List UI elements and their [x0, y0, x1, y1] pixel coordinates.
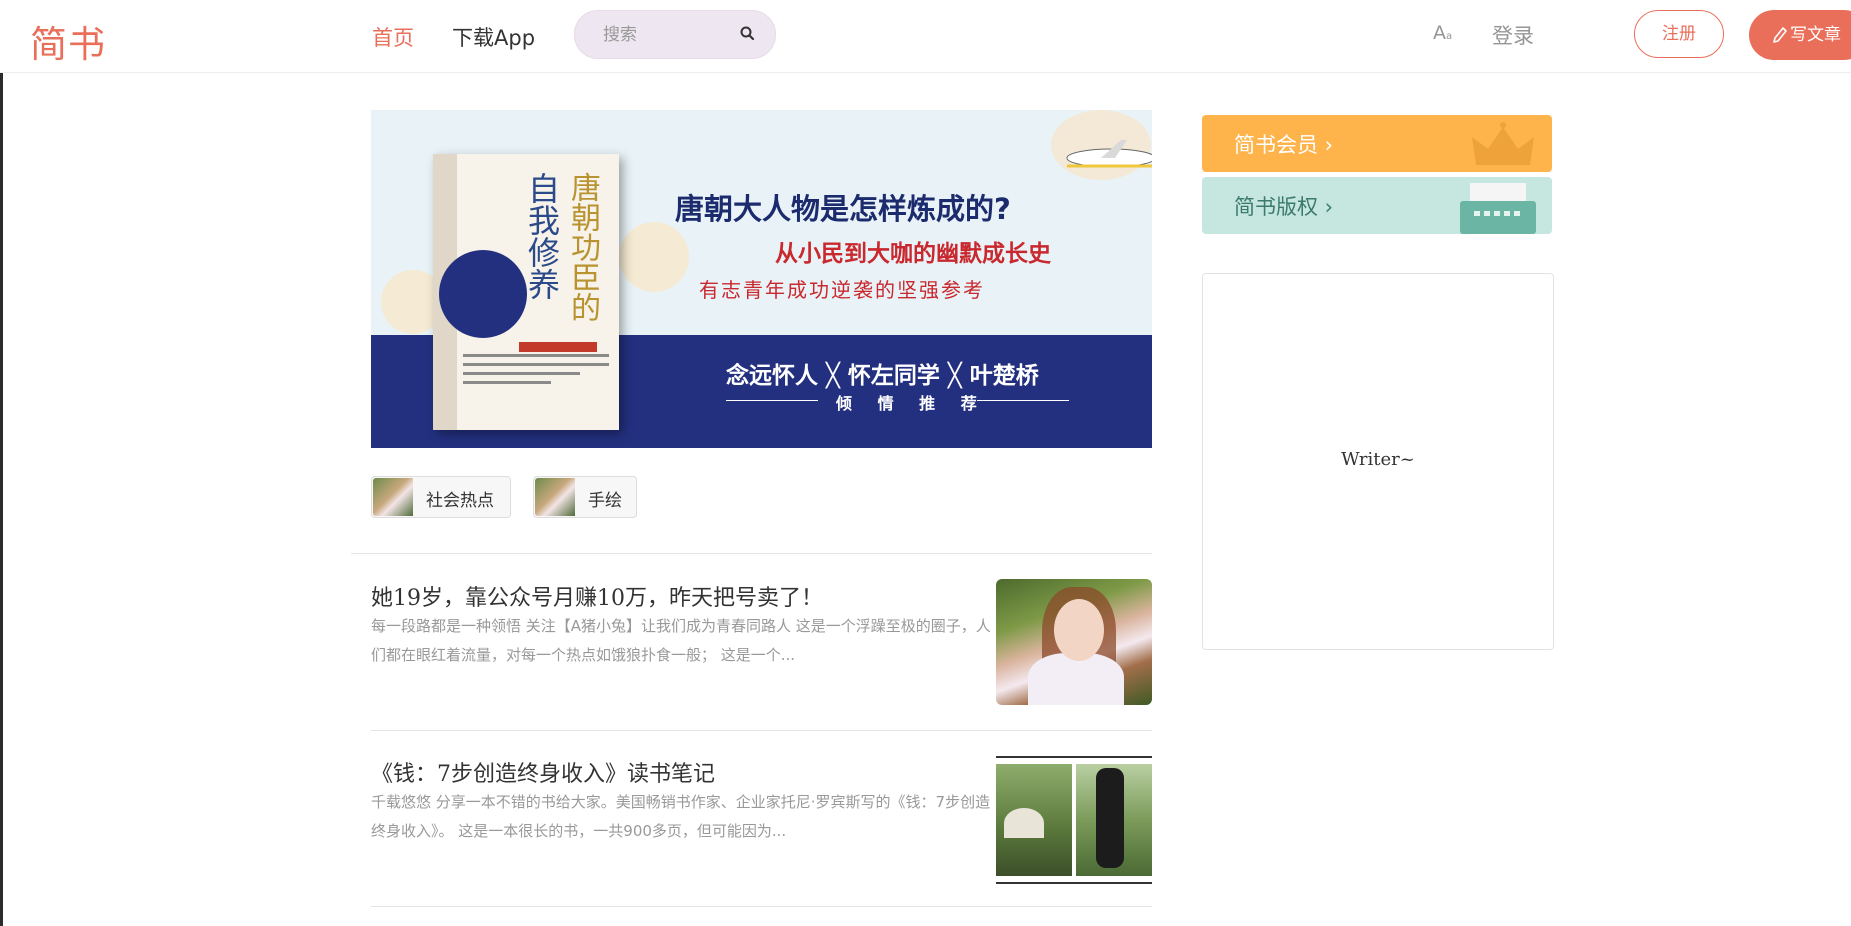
tag-social-hot[interactable]: 社会热点 — [371, 476, 511, 518]
search-input[interactable] — [601, 23, 725, 47]
banner-recommend: 倾 情 推 荐 — [836, 394, 987, 413]
member-label: 简书会员 › — [1234, 133, 1334, 157]
sidebar-copyright-card[interactable]: 简书版权 › — [1202, 177, 1552, 234]
thumbnail-face — [1054, 599, 1104, 661]
banner-subline: 从小民到大咖的幽默成长史 — [775, 241, 1051, 267]
character-illustration — [619, 222, 689, 292]
book-cover: 自我修养 唐朝功臣的 — [433, 154, 619, 430]
tag-thumbnail — [373, 478, 413, 516]
article-divider — [371, 730, 1152, 731]
tag-label: 社会热点 — [426, 491, 494, 511]
banner-rule-right — [977, 400, 1069, 401]
sidebar-member-card[interactable]: 简书会员 › — [1202, 115, 1552, 172]
logo[interactable]: 简书 — [30, 14, 106, 68]
top-navbar: 简书 首页 下载App Aa 登录 注册 写文章 — [0, 0, 1851, 73]
thumbnail-umbrella — [1004, 808, 1044, 838]
writer-text: Writer~ — [1341, 449, 1415, 470]
font-toggle-letter: A — [1433, 22, 1446, 44]
book-title: 自我修养 — [523, 172, 561, 300]
search-box — [574, 10, 776, 59]
banner-authors: 念远怀人 ╳ 怀左同学 ╳ 叶楚桥 — [726, 363, 1039, 389]
book-title-upper: 唐朝功臣的 — [565, 172, 600, 322]
article-title[interactable]: 她19岁，靠公众号月赚10万，昨天把号卖了！ — [371, 580, 823, 612]
login-link[interactable]: 登录 — [1492, 20, 1534, 50]
article-divider — [371, 906, 1152, 907]
write-article-label: 写文章 — [1790, 25, 1841, 45]
book-tag-strip — [519, 342, 597, 352]
article-abstract: 千载悠悠 分享一本不错的书给大家。美国畅销书作家、企业家托尼·罗宾斯写的《钱：7… — [371, 793, 991, 840]
pen-icon — [1773, 27, 1787, 43]
window-left-border — [0, 0, 3, 926]
banner-tagline: 有志青年成功逆袭的坚强参考 — [699, 278, 985, 302]
book-blurb-lines — [463, 354, 609, 390]
nav-download-app-link[interactable]: 下载App — [452, 22, 535, 52]
book-cover-circle — [439, 250, 527, 338]
feed-divider — [351, 553, 1152, 554]
article-abstract: 每一段路都是一种领悟 关注【A猪小兔】让我们成为青春同路人 这是一个浮躁至极的圈… — [371, 617, 991, 664]
sidebar-writer-box[interactable]: Writer~ — [1202, 273, 1554, 650]
article-thumbnail[interactable] — [996, 579, 1152, 705]
article-title[interactable]: 《钱：7步创造终身收入》读书笔记 — [371, 756, 715, 788]
font-size-toggle[interactable]: Aa — [1433, 22, 1452, 44]
font-toggle-sub: a — [1446, 31, 1453, 42]
nav-home-link[interactable]: 首页 — [372, 22, 414, 52]
tag-thumbnail — [535, 478, 575, 516]
search-icon[interactable] — [739, 25, 757, 43]
crown-icon — [1472, 122, 1534, 165]
register-button[interactable]: 注册 — [1634, 10, 1724, 58]
airplane-illustration — [1066, 140, 1152, 168]
write-article-button[interactable]: 写文章 — [1749, 10, 1851, 60]
banner-headline: 唐朝大人物是怎样炼成的? — [675, 192, 1011, 226]
tag-label: 手绘 — [588, 491, 622, 511]
tag-hand-drawing[interactable]: 手绘 — [533, 476, 637, 518]
article-thumbnail[interactable] — [996, 756, 1152, 884]
thumbnail-figure — [1096, 768, 1124, 868]
copyright-label: 简书版权 › — [1234, 195, 1334, 219]
promo-banner[interactable]: 自我修养 唐朝功臣的 唐朝大人物是怎样炼成的? 从小民到大咖的幽默成长史 有志青… — [371, 110, 1152, 448]
typewriter-icon — [1460, 183, 1536, 234]
banner-rule-left — [726, 400, 818, 401]
